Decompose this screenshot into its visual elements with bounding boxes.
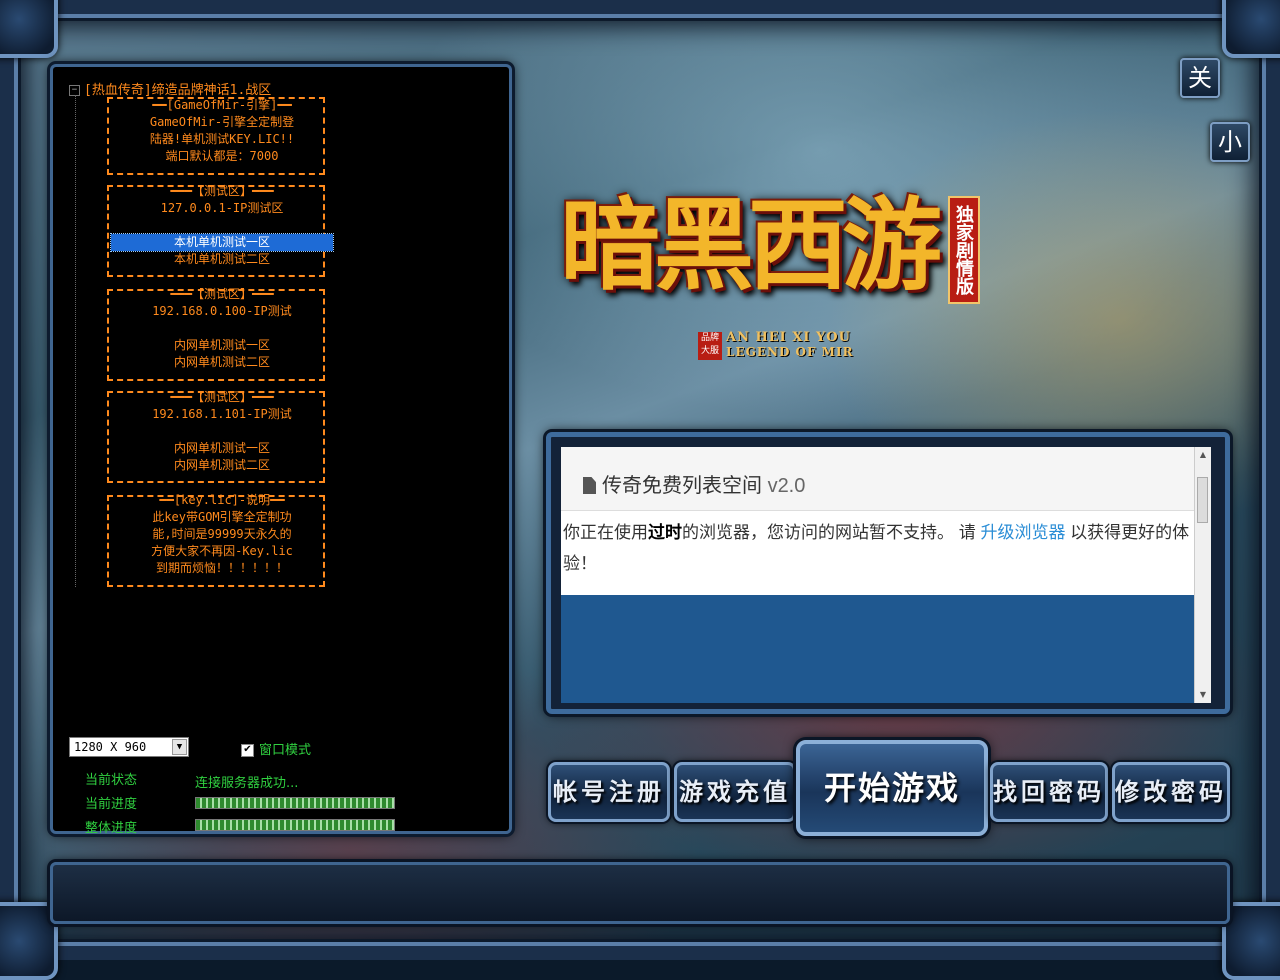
browser-title: 传奇免费列表空间 v2.0	[583, 469, 805, 498]
browser-title-text: 传奇免费列表空间	[602, 475, 762, 497]
browser-blue-area	[561, 595, 1209, 703]
tree-item[interactable]: 127.0.0.1-IP测试区	[111, 200, 333, 217]
logo-title: 暗黑西游	[560, 186, 942, 304]
window-mode-checkbox[interactable]: ✔ 窗口模式	[241, 739, 311, 758]
frame-corner	[1222, 902, 1280, 980]
tree-item[interactable]: 此key带GOM引擎全定制功	[111, 509, 333, 526]
tree-item[interactable]: 内网单机测试二区	[111, 457, 333, 474]
overall-progress-bar	[195, 819, 395, 831]
scroll-down-icon[interactable]: ▼	[1195, 687, 1211, 703]
status-value: 连接服务器成功...	[195, 776, 299, 791]
window-mode-label: 窗口模式	[259, 743, 312, 758]
tree-item[interactable]: 内网单机测试一区	[111, 337, 333, 354]
frame-corner	[0, 0, 58, 58]
tree-item[interactable]: ━━━【测试区】━━━	[111, 183, 333, 200]
outdated-browser-message: 你正在使用过时的浏览器，您访问的网站暂不支持。 请 升级浏览器 以获得更好的体验…	[563, 517, 1203, 579]
recharge-button[interactable]: 游戏充值	[674, 762, 796, 822]
tree-item[interactable]: 方便大家不再因-Key.lic	[111, 543, 333, 560]
overall-progress-fill	[196, 820, 394, 830]
tree-item[interactable]: 192.168.1.101-IP测试	[111, 406, 333, 423]
tree-item[interactable]: 192.168.0.100-IP测试	[111, 303, 333, 320]
overall-label: 整体进度	[85, 821, 138, 836]
resolution-select[interactable]: 1280 X 960 ▼	[69, 737, 189, 757]
tree-item[interactable]: 到期而烦恼！！！！！！	[111, 560, 333, 577]
checkbox-checked-icon[interactable]: ✔	[241, 744, 254, 757]
tree-root[interactable]: − [热血传奇]缔造品牌神话1.战区	[69, 79, 271, 98]
resolution-value: 1280 X 960	[74, 740, 147, 754]
scroll-up-icon[interactable]: ▲	[1195, 447, 1211, 463]
frame-corner	[1222, 0, 1280, 58]
browser-scrollbar[interactable]: ▲ ▼	[1194, 447, 1211, 703]
logo-english-line2: LEGEND OF MIR	[726, 345, 854, 359]
tree-item[interactable]: 内网单机测试二区	[111, 354, 333, 371]
register-button[interactable]: 帐号注册	[548, 762, 670, 822]
server-list-panel: − [热血传奇]缔造品牌神话1.战区 ━━[GameOfMir-引擎]━━ Gam…	[50, 64, 512, 836]
msg-text: 的浏览器，您访问的网站暂不支持。 请	[682, 523, 981, 542]
logo-tag: 品牌大服	[698, 332, 722, 360]
bottom-status-strip	[50, 862, 1230, 924]
upgrade-browser-link[interactable]: 升级浏览器	[980, 523, 1065, 542]
tree-item[interactable]: 能,时间是99999天永久的	[111, 526, 333, 543]
change-password-button[interactable]: 修改密码	[1112, 762, 1230, 822]
logo-badge: 独家剧情版	[948, 196, 980, 304]
close-button[interactable]: 关	[1180, 58, 1220, 98]
progress-bar	[195, 797, 395, 809]
chevron-down-icon[interactable]: ▼	[172, 739, 187, 755]
tree-item[interactable]: 陆器!单机测试KEY.LIC!!	[111, 131, 333, 148]
document-icon	[583, 477, 596, 494]
tree-item[interactable]: GameOfMir-引擎全定制登	[111, 114, 333, 131]
status-label: 当前状态	[85, 773, 138, 788]
tree-item[interactable]: 端口默认都是：7000	[111, 148, 333, 165]
browser-header: 传奇免费列表空间 v2.0	[561, 447, 1209, 511]
server-tree[interactable]: − [热血传奇]缔造品牌神话1.战区 ━━[GameOfMir-引擎]━━ Gam…	[67, 77, 497, 597]
tree-guide-line	[75, 95, 76, 587]
minimize-button[interactable]: 小	[1210, 122, 1250, 162]
news-panel-frame: 传奇免费列表空间 v2.0 你正在使用过时的浏览器，您访问的网站暂不支持。 请 …	[546, 432, 1230, 714]
progress-bar-fill	[196, 798, 394, 808]
logo-english-line1: AN HEI XI YOU	[726, 330, 851, 345]
tree-root-label: [热血传奇]缔造品牌神话1.战区	[84, 83, 272, 98]
msg-text: 你正在使用	[563, 523, 648, 542]
browser-version: v2.0	[767, 475, 806, 497]
recover-password-button[interactable]: 找回密码	[990, 762, 1108, 822]
msg-bold: 过时	[648, 523, 682, 542]
progress-label: 当前进度	[85, 797, 138, 812]
tree-item[interactable]: ━━[key.lic]-说明━━	[111, 492, 333, 509]
tree-item[interactable]: ━━━【测试区】━━━	[111, 389, 333, 406]
game-logo: 暗黑西游 独家剧情版 品牌大服 AN HEI XI YOU LEGEND OF …	[560, 170, 980, 360]
start-game-button[interactable]: 开始游戏	[796, 740, 988, 836]
scroll-thumb[interactable]	[1197, 477, 1208, 523]
tree-item[interactable]: ━━[GameOfMir-引擎]━━	[111, 97, 333, 114]
tree-item[interactable]: 本机单机测试二区	[111, 251, 333, 268]
tree-item[interactable]: 内网单机测试一区	[111, 440, 333, 457]
tree-item-selected[interactable]: 本机单机测试一区	[110, 233, 334, 252]
embedded-browser[interactable]: 传奇免费列表空间 v2.0 你正在使用过时的浏览器，您访问的网站暂不支持。 请 …	[561, 447, 1211, 703]
tree-item[interactable]: ━━━【测试区】━━━	[111, 286, 333, 303]
